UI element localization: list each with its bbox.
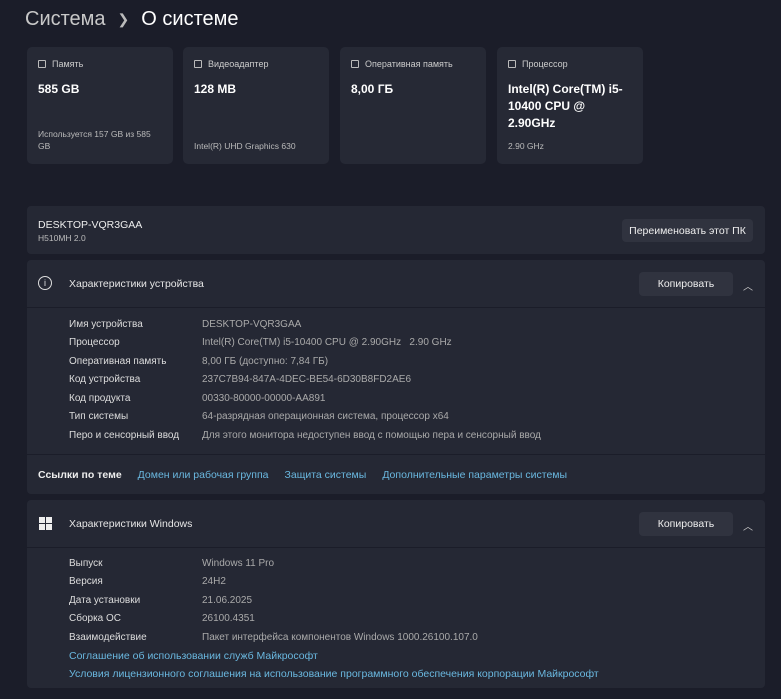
card-sub: Используется 157 GB из 585 GB: [38, 129, 151, 151]
breadcrumb: Система ❯ О системе: [25, 8, 239, 31]
rename-pc-button[interactable]: Переименовать этот ПК: [622, 219, 753, 242]
copy-button[interactable]: Копировать: [639, 272, 733, 296]
ram-card[interactable]: Оперативная память 8,00 ГБ: [340, 47, 486, 164]
spec-value: 8,00 ГБ (доступно: 7,84 ГБ): [202, 355, 329, 367]
related-links: Ссылки по теме Домен или рабочая группа …: [27, 454, 765, 494]
cpu-icon: [508, 60, 516, 68]
microsoft-services-agreement-link[interactable]: Соглашение об использовании служб Майкро…: [69, 650, 318, 662]
device-name: DESKTOP-VQR3GAA: [38, 219, 143, 231]
spec-label: Взаимодействие: [69, 631, 147, 643]
spec-value: 21.06.2025: [202, 594, 253, 606]
device-name-panel: DESKTOP-VQR3GAA H510MH 2.0 Переименовать…: [27, 206, 765, 254]
spec-label: Оперативная память: [69, 355, 167, 367]
section-title: Характеристики Windows: [69, 518, 193, 530]
spec-label: Процессор: [69, 337, 120, 349]
spec-value: 237C7B94-847A-4DEC-BE54-6D30B8FD2AE6: [202, 374, 412, 386]
chevron-up-icon[interactable]: ︿: [743, 278, 753, 293]
windows-specs-section: Характеристики Windows Копировать ︿ Выпу…: [27, 500, 765, 688]
spec-label: Выпуск: [69, 557, 103, 569]
spec-label: Код продукта: [69, 392, 131, 404]
card-label: Оперативная память: [365, 59, 453, 69]
spec-label: Перо и сенсорный ввод: [69, 429, 180, 441]
spec-label: Имя устройства: [69, 318, 143, 330]
storage-card[interactable]: Память 585 GB Используется 157 GB из 585…: [27, 47, 173, 164]
spec-value: Windows 11 Pro: [202, 557, 275, 569]
card-value: Intel(R) Core(TM) i5-10400 CPU @ 2.90GHz: [508, 82, 623, 130]
chevron-right-icon: ❯: [117, 11, 130, 27]
ram-icon: [351, 60, 359, 68]
spec-label: Код устройства: [69, 374, 141, 386]
windows-logo-icon: [39, 517, 52, 530]
page-title: О системе: [141, 8, 239, 30]
spec-value: Для этого монитора недоступен ввод с пом…: [202, 429, 541, 441]
spec-value: 00330-80000-00000-AA891: [202, 392, 326, 404]
chevron-up-icon[interactable]: ︿: [743, 518, 753, 533]
spec-value: Пакет интерфейса компонентов Windows 100…: [202, 631, 478, 643]
spec-value: DESKTOP-VQR3GAA: [202, 318, 302, 330]
cpu-card[interactable]: Процессор Intel(R) Core(TM) i5-10400 CPU…: [497, 47, 643, 164]
display-adapter-icon: [194, 60, 202, 68]
device-specs-list: Имя устройства DESKTOP-VQR3GAA Процессор I…: [27, 308, 765, 445]
card-value: 8,00 ГБ: [351, 82, 394, 96]
breadcrumb-system[interactable]: Система: [25, 8, 106, 31]
card-value: 128 MB: [194, 82, 237, 96]
system-protection-link[interactable]: Защита системы: [285, 469, 367, 481]
card-sub: Intel(R) UHD Graphics 630: [194, 141, 296, 151]
windows-specs-header[interactable]: Характеристики Windows Копировать ︿: [27, 500, 765, 548]
info-icon: i: [38, 276, 52, 290]
license-terms-link[interactable]: Условия лицензионного соглашения на испо…: [69, 668, 599, 680]
spec-label: Версия: [69, 576, 103, 588]
advanced-system-settings-link[interactable]: Дополнительные параметры системы: [382, 469, 567, 481]
domain-workgroup-link[interactable]: Домен или рабочая группа: [138, 469, 269, 481]
card-sub: 2.90 GHz: [508, 141, 544, 151]
spec-value: 64-разрядная операционная система, проце…: [202, 411, 449, 423]
spec-label: Тип системы: [69, 411, 129, 423]
card-label: Память: [52, 59, 84, 69]
device-specs-section: i Характеристики устройства Копировать ︿…: [27, 260, 765, 494]
windows-specs-list: Выпуск Windows 11 Pro Версия 24H2 Дата уст…: [27, 548, 765, 684]
device-model: H510MH 2.0: [38, 233, 86, 243]
spec-value: 26100.4351: [202, 613, 255, 625]
spec-label: Сборка ОС: [69, 613, 122, 625]
gpu-card[interactable]: Видеоадаптер 128 MB Intel(R) UHD Graphic…: [183, 47, 329, 164]
card-label: Видеоадаптер: [208, 59, 269, 69]
card-label: Процессор: [522, 59, 568, 69]
spec-value: 24H2: [202, 576, 226, 588]
card-value: 585 GB: [38, 82, 80, 96]
spec-label: Дата установки: [69, 594, 141, 606]
spec-value: Intel(R) Core(TM) i5-10400 CPU @ 2.90GHz…: [202, 337, 452, 349]
device-specs-header[interactable]: i Характеристики устройства Копировать ︿: [27, 260, 765, 308]
storage-icon: [38, 60, 46, 68]
copy-button[interactable]: Копировать: [639, 512, 733, 536]
section-title: Характеристики устройства: [69, 278, 204, 290]
related-label: Ссылки по теме: [38, 468, 122, 481]
